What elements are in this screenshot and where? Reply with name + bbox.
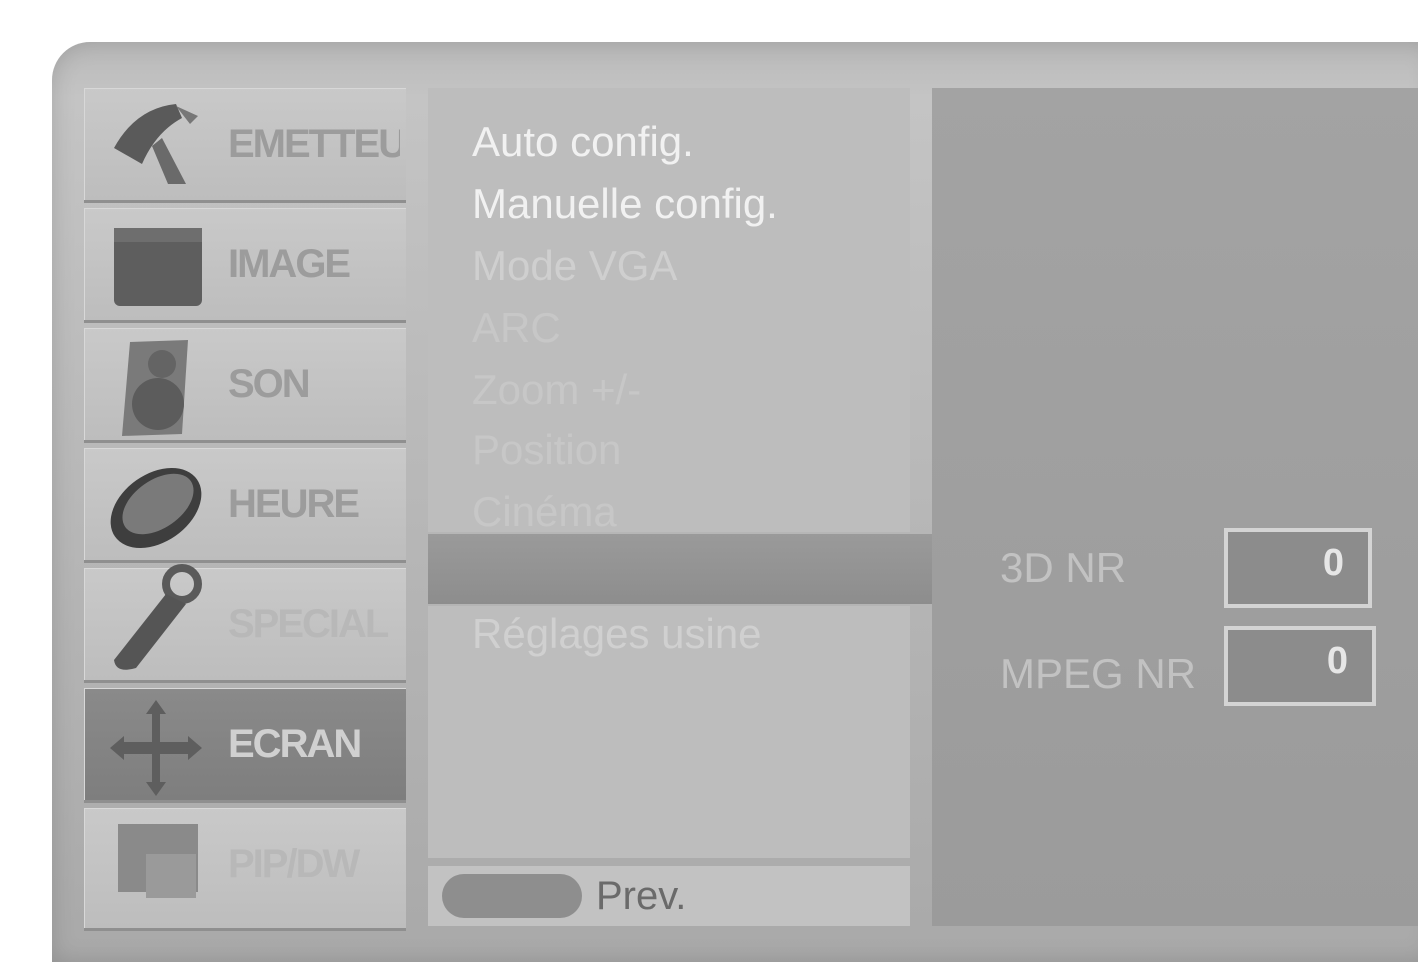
footer-bar: Prev. bbox=[428, 866, 910, 926]
category-label: HEURE bbox=[228, 482, 360, 526]
pip-icon bbox=[106, 818, 206, 910]
menu-item-cinema[interactable]: Cinéma bbox=[472, 488, 617, 536]
settings-panel: 3D NR 0 MPEG NR 0 bbox=[932, 88, 1418, 926]
move-arrows-icon bbox=[106, 698, 206, 796]
prev-label: Prev. bbox=[596, 874, 687, 918]
clock-icon bbox=[106, 458, 206, 550]
menu-item-auto-config[interactable]: Auto config. bbox=[472, 118, 694, 166]
category-label: EMETTEUR bbox=[228, 122, 400, 166]
category-pip[interactable]: PIP/DW bbox=[84, 808, 406, 928]
category-image[interactable]: IMAGE bbox=[84, 208, 406, 320]
picture-icon bbox=[106, 218, 206, 310]
submenu-panel: Auto config. Manuelle config. Mode VGA A… bbox=[428, 88, 910, 535]
satellite-dish-icon bbox=[106, 98, 206, 190]
submenu-panel-lower: Réglages usine bbox=[428, 606, 910, 858]
category-label: IMAGE bbox=[228, 242, 351, 286]
menu-item-manuelle-config[interactable]: Manuelle config. bbox=[472, 180, 778, 228]
mpeg-nr-value-box[interactable]: 0 bbox=[1224, 626, 1376, 706]
nr3d-value: 0 bbox=[1322, 542, 1344, 584]
key-tag-icon bbox=[106, 564, 206, 670]
category-label: SON bbox=[228, 362, 311, 406]
category-ecran[interactable]: ECRAN bbox=[84, 688, 406, 800]
menu-item-position[interactable]: Position bbox=[472, 426, 621, 474]
menu-item-mode-vga[interactable]: Mode VGA bbox=[472, 242, 677, 290]
category-label: SPECIAL bbox=[228, 602, 389, 646]
prev-button-pill[interactable] bbox=[442, 874, 582, 918]
category-son[interactable]: SON bbox=[84, 328, 406, 440]
nr3d-value-box[interactable]: 0 bbox=[1224, 528, 1372, 608]
mpeg-nr-label: MPEG NR bbox=[1000, 650, 1197, 697]
category-emetteur[interactable]: EMETTEUR bbox=[84, 88, 406, 200]
category-heure[interactable]: HEURE bbox=[84, 448, 406, 560]
mpeg-nr-value: 0 bbox=[1326, 640, 1348, 682]
menu-item-zoom[interactable]: Zoom +/- bbox=[472, 366, 641, 414]
category-special[interactable]: SPECIAL bbox=[84, 564, 406, 680]
menu-item-reglages-usine[interactable]: Réglages usine bbox=[472, 610, 762, 658]
menu-item-selected[interactable] bbox=[428, 534, 940, 604]
speaker-icon bbox=[106, 338, 206, 436]
category-label: ECRAN bbox=[228, 722, 362, 766]
menu-item-arc[interactable]: ARC bbox=[472, 304, 561, 352]
nr3d-label: 3D NR bbox=[1000, 544, 1127, 591]
category-label: PIP/DW bbox=[228, 842, 360, 886]
